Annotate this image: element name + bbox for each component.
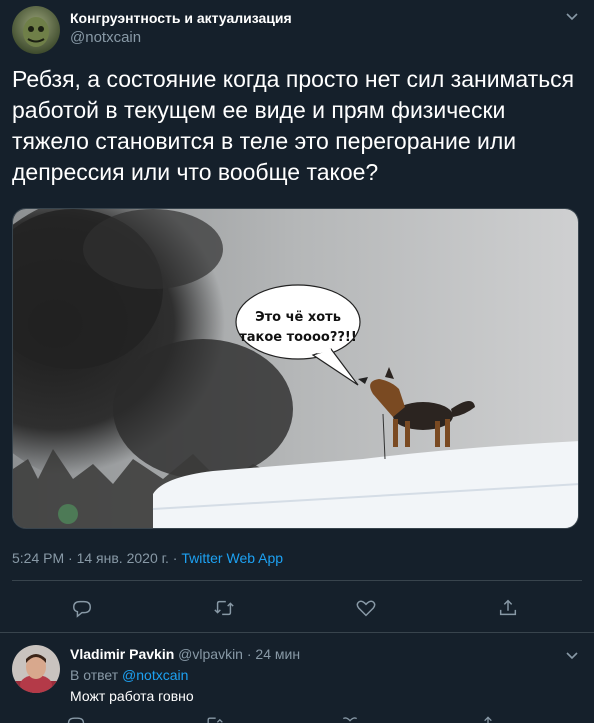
tweet-source[interactable]: Twitter Web App bbox=[181, 550, 283, 566]
replying-to-label: В ответ bbox=[70, 667, 119, 683]
divider bbox=[12, 580, 582, 581]
tweet-date[interactable]: 14 янв. 2020 г. bbox=[77, 550, 169, 566]
meta-separator: · bbox=[68, 550, 73, 566]
divider bbox=[0, 632, 594, 633]
author-handle[interactable]: @notxcain bbox=[70, 29, 141, 46]
reply-author-handle[interactable]: @vlpavkin bbox=[178, 646, 243, 662]
share-icon[interactable] bbox=[490, 593, 526, 623]
retweet-icon[interactable] bbox=[206, 593, 242, 623]
author-name[interactable]: Конгруэнтность и актуализация bbox=[70, 10, 292, 26]
reply-author-name[interactable]: Vladimir Pavkin bbox=[70, 646, 174, 662]
reply-icon[interactable] bbox=[64, 593, 100, 623]
tweet-meta: 5:24 PM · 14 янв. 2020 г. · Twitter Web … bbox=[12, 550, 283, 566]
meme-image bbox=[13, 209, 578, 528]
chevron-down-icon[interactable] bbox=[562, 6, 582, 26]
reply-author-avatar[interactable] bbox=[12, 645, 60, 693]
replying-to-handle[interactable]: @notxcain bbox=[122, 667, 188, 683]
reply-header: Vladimir Pavkin @vlpavkin · 24 мин bbox=[70, 646, 300, 662]
like-icon[interactable] bbox=[348, 593, 384, 623]
like-icon[interactable] bbox=[340, 714, 360, 723]
meta-separator: · bbox=[246, 646, 252, 662]
replying-to: В ответ @notxcain bbox=[70, 667, 188, 683]
meme-caption-line-1: Это чё хоть bbox=[255, 310, 341, 325]
tweet-text: Ребзя, а состояние когда просто нет сил … bbox=[12, 66, 575, 185]
reply-time[interactable]: 24 мин bbox=[255, 646, 300, 662]
author-avatar[interactable] bbox=[12, 6, 60, 54]
share-icon[interactable] bbox=[478, 714, 498, 723]
chevron-down-icon[interactable] bbox=[562, 645, 582, 665]
tweet-media[interactable]: Это чё хоть такое тоооо??!! bbox=[12, 208, 579, 529]
reply-text: Можт работа говно bbox=[70, 688, 194, 704]
retweet-icon[interactable] bbox=[204, 714, 224, 723]
meme-caption-line-2: такое тоооо??!! bbox=[239, 330, 357, 345]
reply-icon[interactable] bbox=[66, 714, 86, 723]
meta-separator: · bbox=[172, 550, 178, 566]
tweet-time[interactable]: 5:24 PM bbox=[12, 550, 64, 566]
